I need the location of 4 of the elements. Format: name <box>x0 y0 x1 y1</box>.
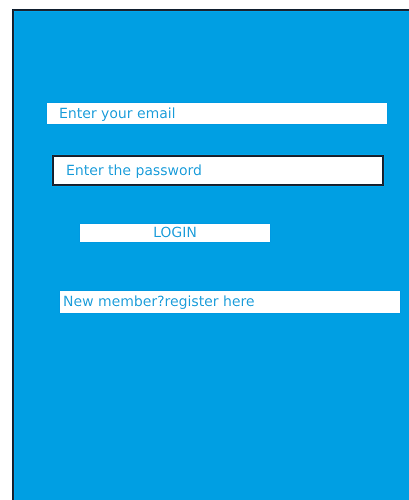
password-field[interactable]: Enter the password <box>52 155 384 186</box>
email-field[interactable]: Enter your email <box>47 103 387 124</box>
login-button[interactable]: LOGIN <box>80 224 270 242</box>
register-link[interactable]: New member?register here <box>60 291 400 313</box>
